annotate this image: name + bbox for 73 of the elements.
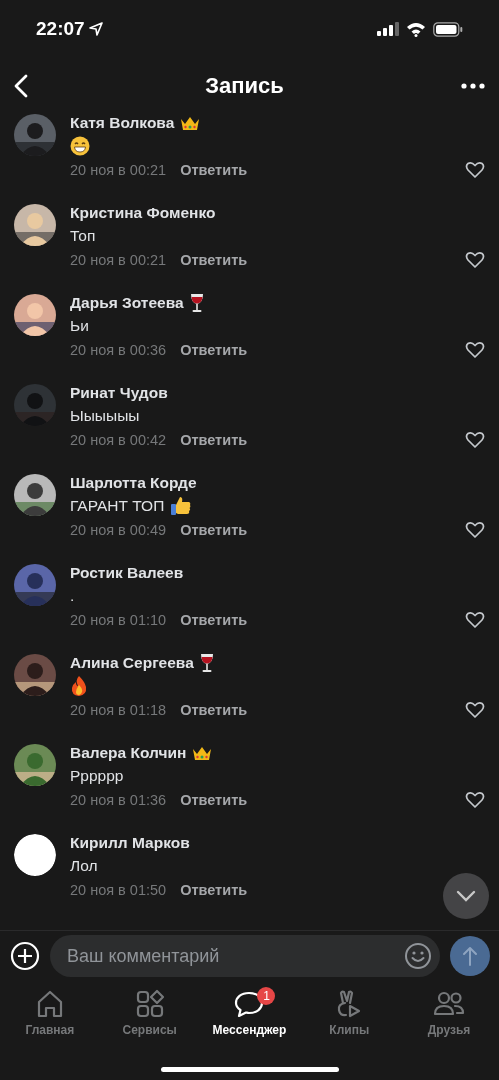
crown-icon <box>180 115 201 131</box>
comment-text: Рррррр <box>70 767 124 785</box>
comment-text: Лол <box>70 857 98 875</box>
reply-link[interactable]: Ответить <box>180 792 248 808</box>
wine-glass-icon <box>189 293 204 313</box>
send-button[interactable] <box>450 936 490 976</box>
chevron-down-icon <box>456 890 476 902</box>
reply-link[interactable]: Ответить <box>180 882 248 898</box>
chat-icon <box>233 989 266 1019</box>
comment-date: 20 ноя в 01:10 <box>70 612 167 628</box>
comment-text: Топ <box>70 227 96 245</box>
add-icon[interactable] <box>10 941 40 971</box>
comment-input[interactable]: Ваш комментарий <box>65 944 404 968</box>
fire-icon <box>70 676 88 696</box>
tab-button[interactable]: Клипы <box>301 989 398 1067</box>
battery-icon <box>433 21 463 37</box>
author-name[interactable]: Катя Волкова <box>70 114 175 132</box>
comment-text: ГАРАНТ ТОП <box>70 497 165 515</box>
location-arrow-icon <box>88 22 103 36</box>
author-name[interactable]: Ринат Чудов <box>70 384 168 402</box>
heart-icon[interactable] <box>465 700 485 720</box>
reply-link[interactable]: Ответить <box>180 342 248 358</box>
reply-link[interactable]: Ответить <box>180 252 248 268</box>
wifi-icon <box>406 21 426 37</box>
comment-text: Ьи <box>70 317 89 335</box>
more-icon[interactable] <box>461 83 485 89</box>
author-name[interactable]: Валера Колчин <box>70 744 187 762</box>
crown-icon <box>192 745 213 761</box>
smiley-icon[interactable] <box>404 942 432 970</box>
avatar <box>14 834 56 876</box>
reply-link[interactable]: Ответить <box>180 702 248 718</box>
scroll-down-button[interactable] <box>443 873 489 919</box>
comment-date: 20 ноя в 01:50 <box>70 882 167 898</box>
heart-icon[interactable] <box>465 430 485 450</box>
heart-icon[interactable] <box>465 610 485 630</box>
author-name[interactable]: Дарья Зотеева <box>70 294 184 312</box>
signal-icon <box>377 22 399 36</box>
comment-date: 20 ноя в 00:21 <box>70 252 167 268</box>
comment-text: . <box>70 587 75 605</box>
back-icon[interactable] <box>14 74 28 98</box>
tab-button[interactable]: Главная <box>1 989 98 1067</box>
comment-date: 20 ноя в 01:18 <box>70 702 167 718</box>
comment-date: 20 ноя в 00:21 <box>70 162 167 178</box>
arrow-up-icon <box>462 946 478 966</box>
tab-button[interactable]: Друзья <box>401 989 498 1067</box>
tab-button[interactable]: Сервисы <box>101 989 198 1067</box>
comment-date: 20 ноя в 00:42 <box>70 432 167 448</box>
heart-icon[interactable] <box>465 160 485 180</box>
page-title: Запись <box>205 73 284 99</box>
unread-badge: 1 <box>257 987 276 1005</box>
thumbs-up-icon <box>170 496 193 516</box>
comment-text: Ыыыыыы <box>70 407 140 425</box>
comment-date: 20 ноя в 00:36 <box>70 342 167 358</box>
author-name[interactable]: Ростик Валеев <box>70 564 184 582</box>
status-time: 22:07 <box>36 18 85 40</box>
reply-link[interactable]: Ответить <box>180 432 248 448</box>
reply-link[interactable]: Ответить <box>180 162 248 178</box>
heart-icon[interactable] <box>465 520 485 540</box>
comment-date: 20 ноя в 01:36 <box>70 792 167 808</box>
reply-link[interactable]: Ответить <box>180 522 248 538</box>
reply-link[interactable]: Ответить <box>180 612 248 628</box>
author-name[interactable]: Шарлотта Корде <box>70 474 197 492</box>
author-name[interactable]: Алина Сергеева <box>70 654 194 672</box>
heart-icon[interactable] <box>465 340 485 360</box>
comment-date: 20 ноя в 00:49 <box>70 522 167 538</box>
author-name[interactable]: Кристина Фоменко <box>70 204 216 222</box>
author-name[interactable]: Кирилл Марков <box>70 834 190 852</box>
wine-glass-icon <box>199 653 214 673</box>
grinning-face-icon <box>70 136 90 156</box>
heart-icon[interactable] <box>465 250 485 270</box>
heart-icon[interactable] <box>465 790 485 810</box>
tab-button[interactable]: Мессенджер 1 <box>201 989 298 1067</box>
comment-field[interactable]: Ваш комментарий <box>50 935 440 977</box>
